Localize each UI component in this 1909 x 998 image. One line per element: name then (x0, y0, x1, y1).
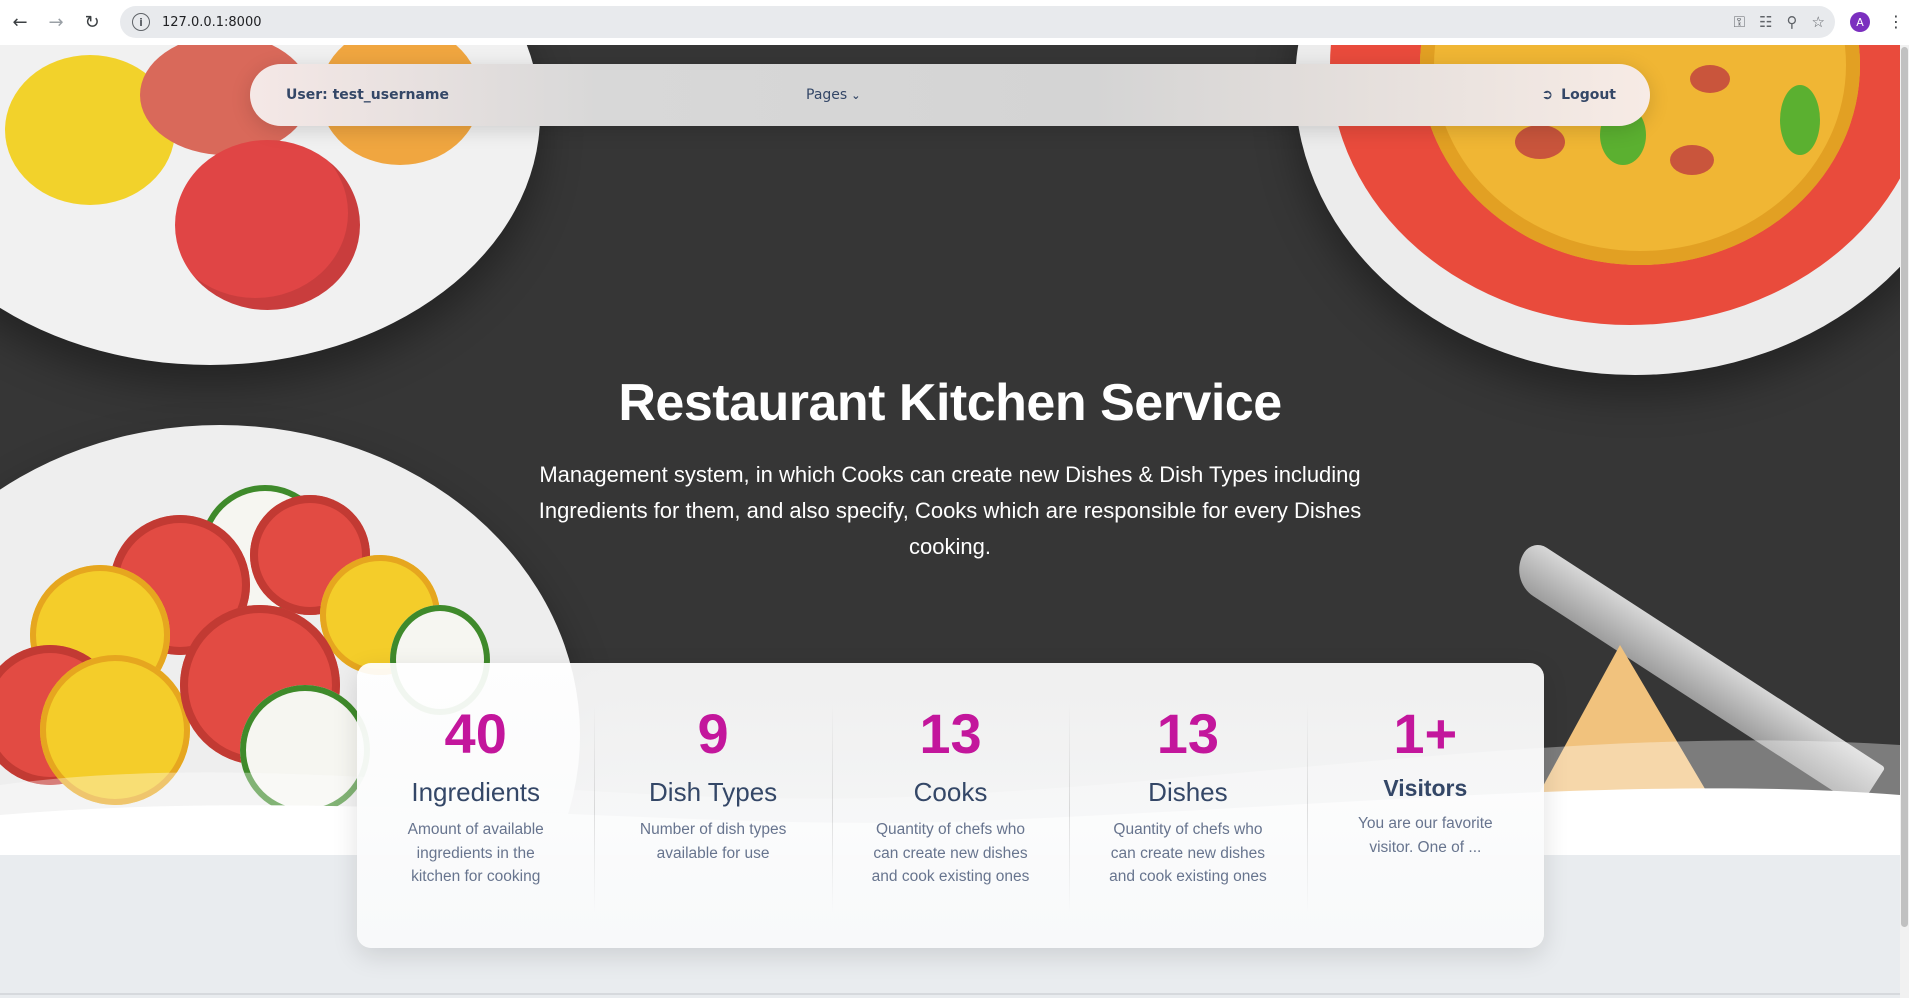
macaron-image (175, 140, 360, 310)
pages-label: Pages (806, 87, 848, 103)
stat-label: Ingredients (411, 777, 541, 807)
mushroom-topping (1515, 125, 1565, 159)
stat-label: Dishes (1148, 777, 1228, 807)
stat-value: 13 (1156, 702, 1220, 765)
page-title: Restaurant Kitchen Service (618, 374, 1282, 432)
url-text[interactable]: 127.0.0.1:8000 (162, 15, 262, 30)
back-icon[interactable]: ← (4, 7, 36, 39)
stat-value: 1+ (1393, 702, 1458, 765)
stat-ingredients: 40 Ingredients Amount of available ingre… (357, 663, 594, 948)
mushroom-topping (1690, 65, 1730, 93)
pages-dropdown[interactable]: Pages ⌄ (806, 87, 860, 103)
logout-button[interactable]: ➲ Logout (1541, 87, 1616, 103)
stat-description: Amount of available ingredients in the k… (407, 821, 544, 885)
reload-icon[interactable]: ↻ (76, 7, 108, 39)
stat-label: Visitors (1383, 775, 1468, 801)
menu-kebab-icon[interactable]: ⋮ (1888, 12, 1904, 31)
stat-cooks: 13 Cooks Quantity of chefs who can creat… (831, 663, 1069, 948)
stat-dish-types: 9 Dish Types Number of dish types availa… (594, 663, 831, 948)
stat-label: Cooks (913, 777, 988, 807)
bookmark-star-icon[interactable]: ☆ (1812, 13, 1825, 31)
profile-avatar[interactable]: A (1850, 12, 1870, 32)
user-label: User: test_username (286, 87, 449, 103)
stat-visitors: 1+ Visitors You are our favorite visitor… (1306, 663, 1544, 948)
stat-value: 40 (444, 702, 507, 765)
stat-description: Quantity of chefs who can create new dis… (871, 821, 1030, 885)
translate-icon[interactable]: ☷ (1759, 13, 1772, 31)
stat-description: Quantity of chefs who can create new dis… (1109, 821, 1267, 885)
forward-icon[interactable]: → (40, 7, 72, 39)
stat-value: 9 (697, 702, 729, 765)
stat-label: Dish Types (649, 777, 778, 807)
browser-toolbar: ← → ↻ i 127.0.0.1:8000 ⚿ ☷ ⚲ ☆ A ⋮ (0, 0, 1909, 45)
hero-subtitle: Management system, in which Cooks can cr… (538, 462, 1362, 559)
password-key-icon[interactable]: ⚿ (1734, 13, 1745, 31)
logout-label: Logout (1561, 87, 1616, 103)
address-bar[interactable]: i 127.0.0.1:8000 ⚿ ☷ ⚲ ☆ (120, 6, 1835, 38)
stat-value: 13 (919, 702, 982, 765)
zoom-icon[interactable]: ⚲ (1787, 13, 1798, 31)
stat-description: You are our favorite visitor. One of ... (1357, 815, 1493, 856)
mushroom-topping (1670, 145, 1714, 175)
stats-card: 40 Ingredients Amount of available ingre… (357, 663, 1544, 948)
stat-dishes: 13 Dishes Quantity of chefs who can crea… (1069, 663, 1306, 948)
site-info-icon[interactable]: i (132, 13, 150, 31)
top-navbar: User: test_username Pages ⌄ ➲ Logout (250, 64, 1650, 126)
divider (0, 993, 1900, 995)
stat-description: Number of dish types available for use (639, 821, 787, 862)
logout-icon: ➲ (1541, 87, 1554, 103)
chevron-down-icon: ⌄ (851, 88, 861, 102)
pepper-topping (1780, 85, 1820, 155)
scrollbar-thumb[interactable] (1901, 47, 1908, 927)
